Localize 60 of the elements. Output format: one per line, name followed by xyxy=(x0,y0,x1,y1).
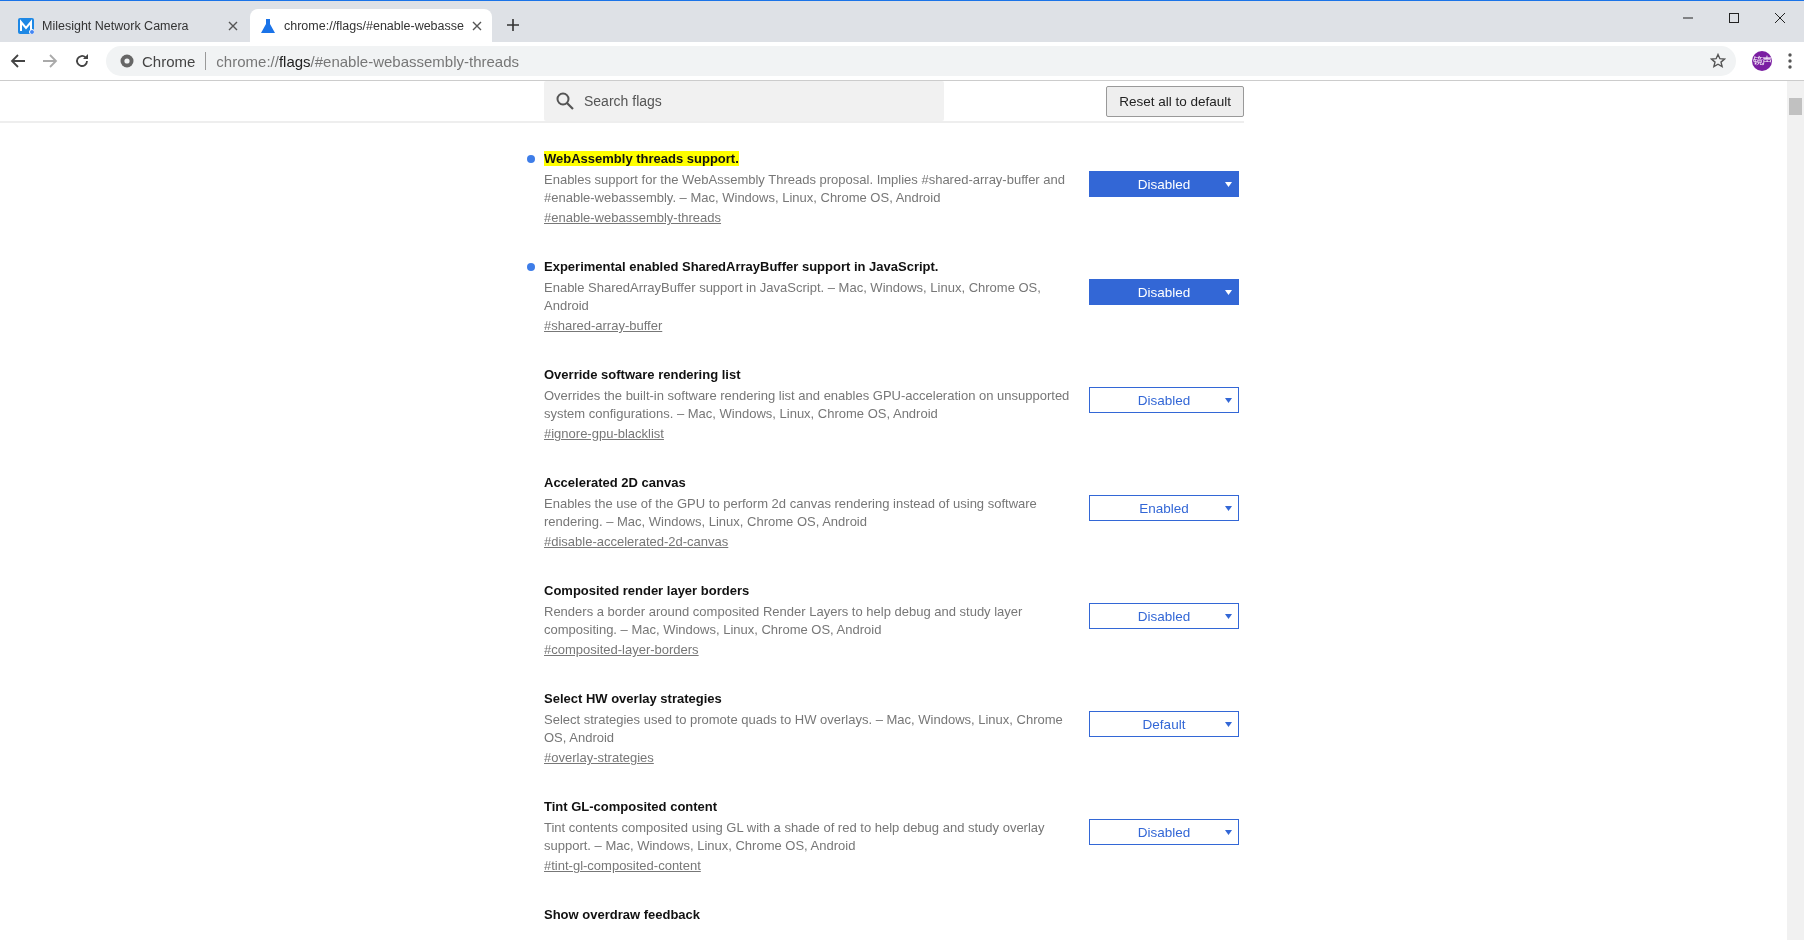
flag-title: Accelerated 2D canvas xyxy=(544,475,686,490)
menu-icon[interactable] xyxy=(1788,53,1792,69)
back-icon[interactable] xyxy=(10,53,26,69)
maximize-icon[interactable] xyxy=(1728,11,1740,24)
flag-dropdown[interactable]: Disabled xyxy=(1089,279,1239,305)
flag-title: WebAssembly threads support. xyxy=(544,151,739,166)
chrome-icon xyxy=(120,54,134,68)
flag-link[interactable]: #disable-accelerated-2d-canvas xyxy=(544,533,729,551)
search-icon xyxy=(556,92,574,110)
flask-icon xyxy=(260,17,276,34)
scrollbar[interactable] xyxy=(1787,81,1804,940)
flag-dropdown[interactable]: Disabled xyxy=(1089,603,1239,629)
browser-tab[interactable]: chrome://flags/#enable-webasse xyxy=(250,9,492,42)
caret-icon xyxy=(1225,722,1232,727)
flag-link[interactable]: #tint-gl-composited-content xyxy=(544,857,701,875)
close-icon[interactable] xyxy=(228,20,238,31)
caret-icon xyxy=(1225,398,1232,403)
close-icon[interactable] xyxy=(1774,11,1786,24)
caret-icon xyxy=(1225,290,1232,295)
close-icon[interactable] xyxy=(471,20,482,31)
reset-button[interactable]: Reset all to default xyxy=(1106,85,1244,117)
flag-link[interactable]: #enable-webassembly-threads xyxy=(544,209,722,227)
flag-title: Show overdraw feedback xyxy=(544,907,701,922)
flag-link[interactable]: #composited-layer-borders xyxy=(544,641,699,659)
flag-link[interactable]: #shared-array-buffer xyxy=(544,317,663,335)
flag-description: Enable SharedArrayBuffer support in JavaScript. – Mac, Windows, Linux, Chrome OS, Android xyxy=(544,279,1042,315)
flag-title: Tint GL-composited content xyxy=(544,799,718,814)
profile-avatar[interactable]: 镜声 xyxy=(1752,51,1772,71)
flag-link[interactable]: #ignore-gpu-blacklist xyxy=(544,425,664,443)
flag-description: Renders a border around composited Render Layers to help debug and study layer compositing. – Mac, Windows, Linux, Chrome OS, Android xyxy=(544,603,1024,639)
flag-description: Overrides the built-in software rendering list and enables GPU-acceleration on unsupported system configurations. – Mac, Windows, Linux, Chrome OS, Android xyxy=(544,387,1071,423)
flag-title: Select HW overlay strategies xyxy=(544,691,722,706)
flag-description: Enables the use of the GPU to perform 2d canvas rendering instead of using software rendering. – Mac, Windows, Linux, Chrome OS, Android xyxy=(544,495,1038,531)
flag-dropdown[interactable]: Enabled xyxy=(1089,495,1239,521)
star-icon[interactable] xyxy=(1710,53,1726,69)
flag-title: Override software rendering list xyxy=(544,367,741,382)
flag-description: Select strategies used to promote quads to HW overlays. – Mac, Windows, Linux, Chrome OS, Android xyxy=(544,711,1064,747)
logo-icon xyxy=(18,17,34,34)
flag-title: Composited render layer borders xyxy=(544,583,750,598)
caret-icon xyxy=(1225,506,1232,511)
flag-dropdown[interactable]: Disabled xyxy=(1089,171,1239,197)
tab-title: Milesight Network Camera xyxy=(42,18,190,33)
url-text: chrome://flags/#enable-webassembly-threads xyxy=(216,52,521,70)
site-label: Chrome xyxy=(142,52,196,70)
caret-icon xyxy=(1225,182,1232,187)
flag-dropdown[interactable]: Disabled xyxy=(1089,819,1239,845)
flag-dropdown[interactable]: Default xyxy=(1089,711,1239,737)
flag-link[interactable]: #overlay-strategies xyxy=(544,749,654,767)
address-bar[interactable]: Chrome chrome://flags/#enable-webassembly-threads xyxy=(106,46,1736,76)
flag-title: Experimental enabled SharedArrayBuffer support in JavaScript. xyxy=(544,259,939,274)
tab-title: chrome://flags/#enable-webasse xyxy=(284,18,464,33)
new-tab-icon[interactable] xyxy=(506,18,520,32)
search-field[interactable]: Search flags xyxy=(544,81,944,121)
browser-tab[interactable]: Milesight Network Camera xyxy=(8,9,250,42)
flag-dropdown[interactable]: Disabled xyxy=(1089,387,1239,413)
flag-description: Tint contents composited using GL with a shade of red to help debug and study overlay support. – Mac, Windows, Linux, Chrome OS, Android xyxy=(544,819,1046,855)
caret-icon xyxy=(1225,614,1232,619)
caret-icon xyxy=(1225,830,1232,835)
reload-icon[interactable] xyxy=(74,53,90,69)
flag-description: Enables support for the WebAssembly Threads proposal. Implies #shared-array-buffer and #enable-webassembly. – Mac, Windows, Linux, Chrome OS, Android xyxy=(544,171,1066,207)
